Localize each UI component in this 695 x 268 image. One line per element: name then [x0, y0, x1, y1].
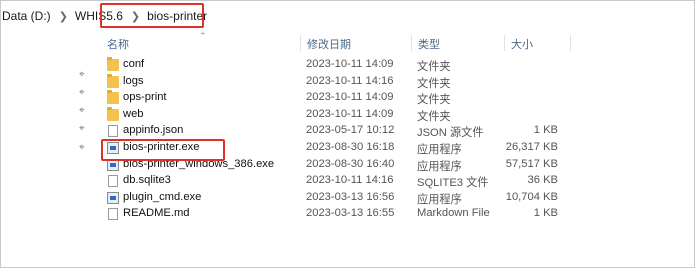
file-row[interactable]: README.md 2023-03-13 16:55 Markdown File 1 … [104, 206, 572, 222]
file-type: Markdown File [417, 207, 490, 220]
file-name: db.sqlite3 [123, 174, 171, 187]
annotation-highlight-box [101, 139, 225, 161]
file-row[interactable]: appinfo.json 2023-05-17 10:12 JSON 源文件 1 KB [104, 123, 572, 139]
file-type: JSON 源文件 [417, 127, 484, 140]
exe-icon [107, 191, 119, 204]
folder-icon [107, 90, 119, 105]
column-header-name[interactable]: 名称 [107, 36, 129, 52]
column-header-size[interactable]: 大小 [511, 36, 533, 52]
file-row[interactable]: ops-print 2023-10-11 14:09 文件夹 [104, 90, 572, 106]
column-header: ⌃ 名称 修改日期 类型 大小 [0, 31, 695, 53]
file-row[interactable]: db.sqlite3 2023-10-11 14:16 SQLITE3 文件 36 K… [104, 173, 572, 189]
file-modified-date: 2023-03-13 16:56 [306, 190, 395, 203]
file-name: appinfo.json [123, 124, 184, 137]
file-row[interactable]: plugin_cmd.exe 2023-03-13 16:56 应用程序 10,704… [104, 190, 572, 206]
file-modified-date: 2023-10-11 14:09 [306, 58, 394, 70]
column-divider[interactable] [411, 35, 412, 51]
file-modified-date: 2023-05-17 10:12 [306, 124, 395, 137]
file-name: plugin_cmd.exe [123, 190, 202, 203]
file-type: 文件夹 [417, 110, 451, 123]
file-modified-date: 2023-10-11 14:16 [306, 174, 394, 187]
file-size: 36 KB [527, 174, 558, 187]
file-row[interactable]: logs 2023-10-11 14:16 文件夹 [104, 73, 572, 90]
column-divider[interactable] [504, 35, 505, 51]
file-icon [108, 208, 118, 221]
file-name: conf [123, 58, 145, 70]
file-type: 应用程序 [417, 144, 462, 156]
file-modified-date: 2023-10-11 14:16 [306, 74, 394, 87]
column-divider[interactable] [300, 35, 301, 51]
file-row[interactable]: conf 2023-10-11 14:09 文件夹 [104, 57, 572, 73]
file-modified-date: 2023-08-30 16:40 [306, 157, 395, 170]
file-type: SQLITE3 文件 [417, 177, 489, 190]
file-size: 1 KB [533, 207, 558, 220]
sort-ascending-icon: ⌃ [199, 31, 207, 41]
file-type: 应用程序 [417, 193, 462, 206]
pin-icon[interactable]: ⌖ [79, 88, 89, 98]
file-size: 1 KB [533, 124, 558, 137]
annotation-highlight-box [100, 3, 204, 28]
json-file-icon [108, 125, 118, 138]
file-type: 文件夹 [417, 77, 451, 90]
file-type: 文件夹 [417, 94, 451, 107]
folder-icon [107, 73, 119, 88]
file-name: logs [123, 74, 144, 87]
file-name: ops-print [123, 91, 167, 104]
file-type: 文件夹 [417, 61, 451, 73]
file-size: 10,704 KB [505, 190, 558, 203]
file-size: 57,517 KB [505, 157, 558, 170]
file-modified-date: 2023-10-11 14:09 [306, 107, 394, 120]
file-name: README.md [123, 207, 190, 220]
file-modified-date: 2023-03-13 16:55 [306, 207, 395, 220]
file-modified-date: 2023-08-30 16:18 [306, 141, 395, 153]
column-header-type[interactable]: 类型 [418, 36, 440, 52]
pin-icon[interactable]: ⌖ [79, 143, 89, 153]
file-row[interactable]: web 2023-10-11 14:09 文件夹 [104, 106, 572, 123]
pin-icon[interactable]: ⌖ [79, 124, 89, 134]
column-divider[interactable] [570, 35, 571, 51]
column-header-date[interactable]: 修改日期 [307, 36, 351, 52]
file-type: 应用程序 [417, 160, 462, 173]
pin-icon[interactable]: ⌖ [79, 106, 89, 116]
chevron-right-icon[interactable]: ❯ [54, 10, 73, 23]
breadcrumb-drive[interactable]: Data (D:) [0, 9, 54, 23]
folder-icon [107, 106, 119, 121]
file-name: web [123, 107, 144, 120]
file-modified-date: 2023-10-11 14:09 [306, 91, 394, 104]
folder-icon [107, 57, 119, 71]
file-icon [108, 175, 118, 188]
pin-icon[interactable]: ⌖ [79, 70, 89, 80]
file-size: 26,317 KB [505, 141, 558, 153]
